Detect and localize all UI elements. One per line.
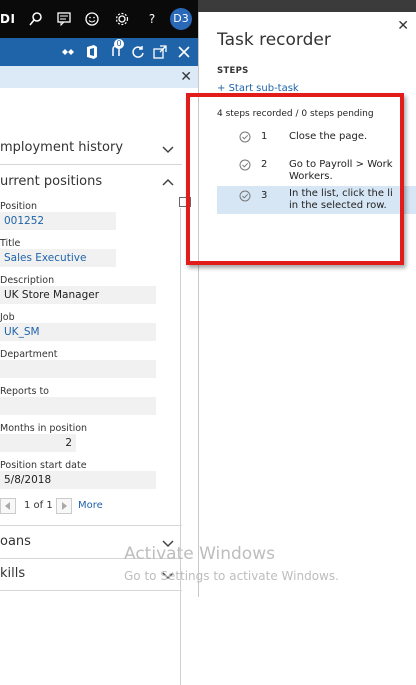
- chevron-up-icon[interactable]: [162, 174, 174, 186]
- position-start-date-field[interactable]: 5/8/2018: [0, 471, 156, 489]
- pane-divider: [180, 208, 181, 685]
- position-start-date-label: Position start date: [0, 460, 87, 471]
- title-label: Title: [0, 238, 21, 249]
- position-label: Position: [0, 201, 37, 212]
- title-field[interactable]: Sales Executive: [0, 249, 116, 267]
- gear-icon[interactable]: [114, 11, 130, 27]
- description-label: Description: [0, 275, 55, 286]
- months-in-position-field: 2: [0, 434, 76, 452]
- department-label: Department: [0, 349, 58, 360]
- avatar[interactable]: D3: [170, 8, 192, 30]
- department-field[interactable]: [0, 360, 156, 378]
- chat-icon[interactable]: [56, 11, 72, 27]
- close-icon[interactable]: [176, 44, 192, 60]
- activation-watermark-title: Activate Windows: [124, 544, 275, 564]
- search-icon[interactable]: [28, 11, 44, 27]
- office-icon[interactable]: [84, 44, 100, 60]
- page-indicator: 1 of 1: [24, 500, 53, 511]
- close-icon[interactable]: ✕: [180, 69, 192, 85]
- more-link[interactable]: More: [78, 500, 103, 511]
- popout-icon[interactable]: [152, 44, 168, 60]
- section-title: oans: [0, 534, 31, 549]
- attachment-count-badge: 0: [114, 39, 124, 49]
- next-page-button[interactable]: [56, 498, 72, 514]
- pager: 1 of 1 More: [0, 498, 160, 516]
- window-strip: [198, 0, 416, 12]
- position-field[interactable]: 001252: [0, 212, 116, 230]
- diamond-icon[interactable]: [60, 44, 76, 60]
- help-icon[interactable]: ?: [144, 11, 160, 27]
- activation-watermark-subtitle: Go to Settings to activate Windows.: [124, 569, 339, 583]
- previous-page-button[interactable]: [0, 498, 16, 514]
- job-label: Job: [0, 312, 15, 323]
- task-recorder-title: Task recorder: [217, 30, 331, 50]
- annotation-highlight-box: [186, 93, 404, 265]
- section-employment-history[interactable]: mployment history: [0, 132, 182, 165]
- close-icon[interactable]: ✕: [397, 18, 409, 34]
- top-navigation-bar: DI ? D3: [0, 0, 198, 38]
- reports-to-label: Reports to: [0, 386, 49, 397]
- refresh-icon[interactable]: [130, 44, 146, 60]
- section-current-positions[interactable]: urrent positions: [0, 166, 182, 198]
- section-title: urrent positions: [0, 174, 103, 189]
- action-bar: 0: [0, 38, 198, 66]
- reports-to-field[interactable]: [0, 397, 156, 415]
- app-brand: DI: [0, 12, 16, 26]
- description-field[interactable]: UK Store Manager: [0, 286, 156, 304]
- job-field[interactable]: UK_SM: [0, 323, 156, 341]
- steps-heading: STEPS: [217, 66, 249, 76]
- message-bar: ✕: [0, 66, 198, 88]
- chevron-down-icon[interactable]: [162, 140, 174, 154]
- months-in-position-label: Months in position: [0, 423, 88, 434]
- smiley-icon[interactable]: [84, 11, 100, 27]
- worker-details-page: mployment history urrent positions Posit…: [0, 88, 195, 685]
- section-title: mployment history: [0, 140, 124, 155]
- section-title: kills: [0, 566, 26, 581]
